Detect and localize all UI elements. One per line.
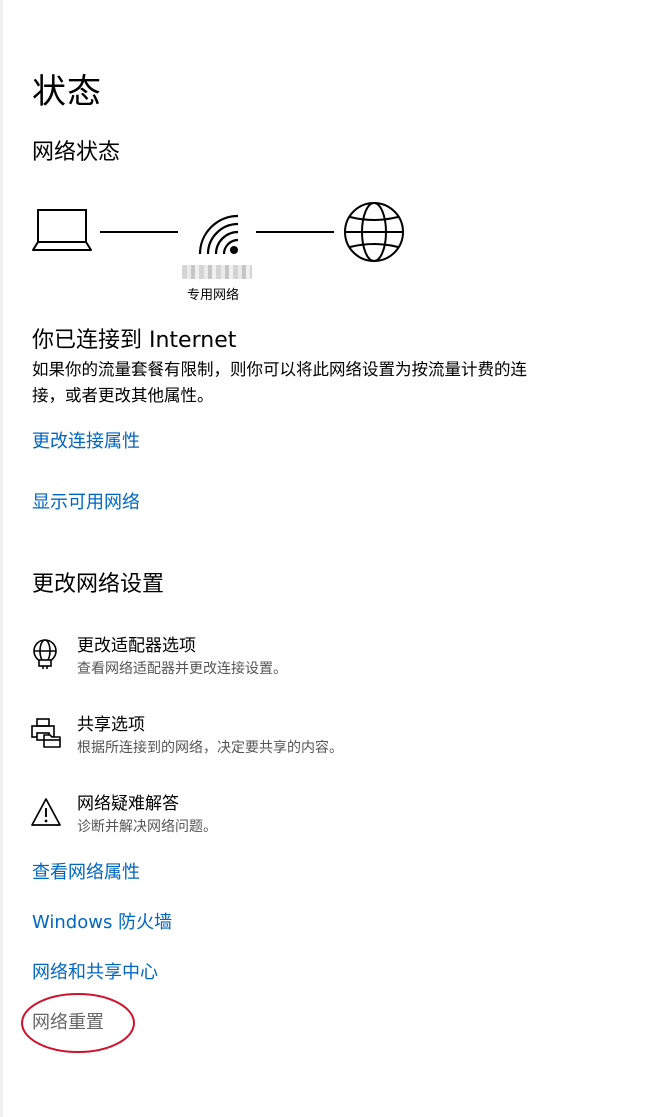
adapter-options-subtitle: 查看网络适配器并更改连接设置。 (77, 661, 287, 677)
connection-line-left (100, 231, 178, 233)
windows-firewall-link[interactable]: Windows 防火墙 (32, 908, 172, 934)
connection-description: 如果你的流量套餐有限制，则你可以将此网络设置为按流量计费的连接，或者更改其他属性… (32, 360, 527, 405)
adapter-options-title: 更改适配器选项 (77, 636, 196, 656)
network-type-label: 专用网络 (187, 288, 240, 303)
network-status-heading: 网络状态 (32, 140, 121, 165)
ssid-redacted (182, 265, 252, 279)
connected-title: 你已连接到 Internet (32, 328, 237, 353)
window-left-edge (0, 0, 3, 1117)
sharing-printer-icon (31, 718, 61, 748)
sharing-options-item[interactable]: 共享选项 根据所连接到的网络，决定要共享的内容。 (30, 713, 343, 759)
adapter-options-item[interactable]: 更改适配器选项 查看网络适配器并更改连接设置。 (30, 634, 287, 680)
page-title: 状态 (32, 72, 102, 112)
connection-line-right (256, 231, 334, 233)
change-connection-properties-link[interactable]: 更改连接属性 (32, 427, 140, 453)
sharing-options-title: 共享选项 (77, 715, 145, 735)
view-network-properties-link[interactable]: 查看网络属性 (32, 858, 140, 884)
red-circle-annotation (21, 993, 135, 1053)
warning-triangle-icon (31, 798, 61, 826)
troubleshoot-item[interactable]: 网络疑难解答 诊断并解决网络问题。 (30, 792, 217, 838)
globe-icon (344, 202, 404, 262)
show-available-networks-link[interactable]: 显示可用网络 (32, 488, 140, 514)
adapter-globe-icon (33, 639, 57, 669)
wifi-icon (198, 214, 239, 255)
sharing-options-subtitle: 根据所连接到的网络，决定要共享的内容。 (77, 740, 343, 756)
laptop-icon (32, 209, 92, 251)
change-settings-heading: 更改网络设置 (32, 572, 165, 597)
troubleshoot-subtitle: 诊断并解决网络问题。 (77, 819, 217, 835)
troubleshoot-title: 网络疑难解答 (77, 794, 179, 814)
network-sharing-center-link[interactable]: 网络和共享中心 (32, 958, 158, 984)
